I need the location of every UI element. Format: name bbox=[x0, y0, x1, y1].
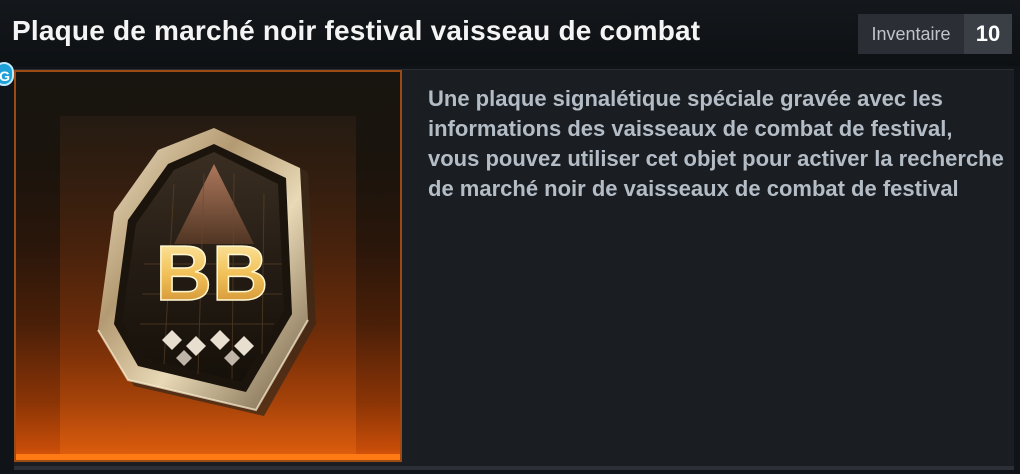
plaque-icon: BB bbox=[97, 128, 316, 416]
panel-bottom-divider bbox=[14, 466, 1014, 470]
inventory-label: Inventaire bbox=[858, 14, 964, 54]
item-detail-panel: Plaque de marché noir festival vaisseau … bbox=[0, 0, 1020, 474]
item-body: BB Une plaque signalétique spéciale grav… bbox=[14, 69, 1014, 466]
inventory-counter: Inventaire 10 bbox=[858, 14, 1012, 54]
rarity-bar bbox=[16, 454, 400, 460]
plaque-label: BB bbox=[156, 229, 269, 317]
corner-badge: G bbox=[0, 62, 14, 86]
item-description: Une plaque signalétique spéciale gravée … bbox=[428, 86, 1004, 201]
item-image-frame: BB bbox=[14, 70, 402, 462]
item-header: Plaque de marché noir festival vaisseau … bbox=[0, 0, 1020, 66]
inventory-count: 10 bbox=[964, 14, 1012, 54]
item-title: Plaque de marché noir festival vaisseau … bbox=[12, 15, 701, 46]
